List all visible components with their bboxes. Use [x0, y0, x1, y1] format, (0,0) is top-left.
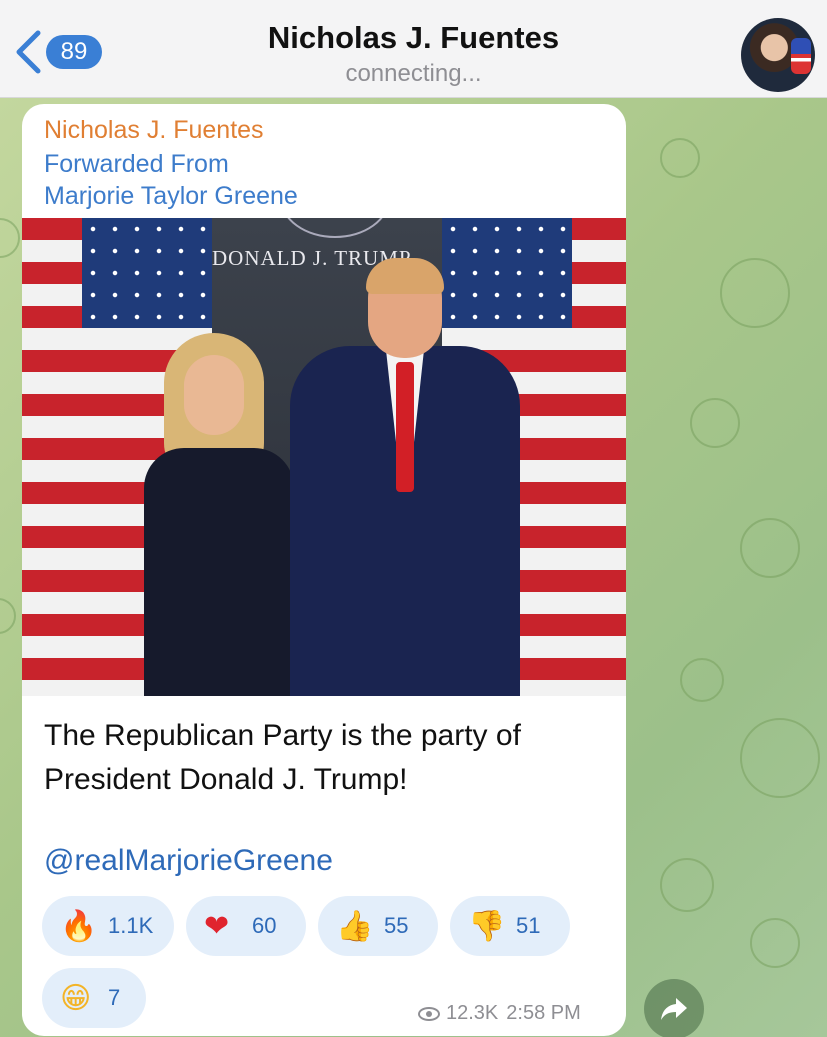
- message-meta: 12.3K 2:58 PM: [418, 1002, 581, 1025]
- reaction-grin[interactable]: 😁 7: [42, 968, 146, 1028]
- message-line-1: The Republican Party is the party of: [44, 719, 521, 752]
- message-bubble[interactable]: Nicholas J. Fuentes Forwarded From Marjo…: [22, 104, 626, 1036]
- heart-icon: ❤: [204, 908, 230, 944]
- message-line-2: President Donald J. Trump!: [44, 763, 408, 796]
- message-time: 2:58 PM: [506, 1002, 581, 1024]
- reaction-thumbs-down[interactable]: 👎 51: [450, 896, 570, 956]
- share-button[interactable]: [644, 979, 704, 1037]
- forwarded-label: Forwarded From: [44, 150, 229, 178]
- reaction-heart[interactable]: ❤ 60: [186, 896, 306, 956]
- mention-link[interactable]: @realMarjorieGreene: [44, 844, 333, 878]
- share-arrow-icon: [661, 998, 687, 1020]
- reaction-fire[interactable]: 🔥 1.1K: [42, 896, 174, 956]
- reaction-thumbs-up[interactable]: 👍 55: [318, 896, 438, 956]
- forward-info[interactable]: Forwarded From Marjorie Taylor Greene: [44, 148, 298, 212]
- sender-name[interactable]: Nicholas J. Fuentes: [44, 116, 264, 145]
- thumbs-up-icon: 👍: [336, 908, 374, 944]
- person-left: [144, 333, 294, 696]
- avatar[interactable]: [741, 18, 815, 92]
- forwarded-from-name[interactable]: Marjorie Taylor Greene: [44, 180, 298, 212]
- reaction-count: 55: [384, 913, 409, 938]
- fire-icon: 🔥: [60, 908, 98, 944]
- reaction-count: 1.1K: [108, 913, 154, 938]
- view-count: 12.3K: [446, 1002, 499, 1024]
- flag-icon: [791, 38, 811, 74]
- person-right: [290, 258, 520, 696]
- message-text: The Republican Party is the party of Pre…: [44, 714, 604, 802]
- reaction-count: 60: [252, 913, 277, 938]
- flag-left-union: [82, 218, 212, 328]
- thumbs-down-icon: 👎: [468, 908, 506, 944]
- grin-icon: 😁: [60, 980, 92, 1016]
- chat-title[interactable]: Nicholas J. Fuentes: [0, 20, 827, 56]
- connection-status: connecting...: [345, 60, 482, 87]
- reaction-count: 7: [108, 985, 121, 1010]
- eye-icon: [418, 1006, 440, 1021]
- chat-header: 89 Nicholas J. Fuentes connecting...: [0, 0, 827, 98]
- reaction-count: 51: [516, 913, 541, 938]
- message-photo[interactable]: DONALD J. TRUMP: [22, 218, 626, 696]
